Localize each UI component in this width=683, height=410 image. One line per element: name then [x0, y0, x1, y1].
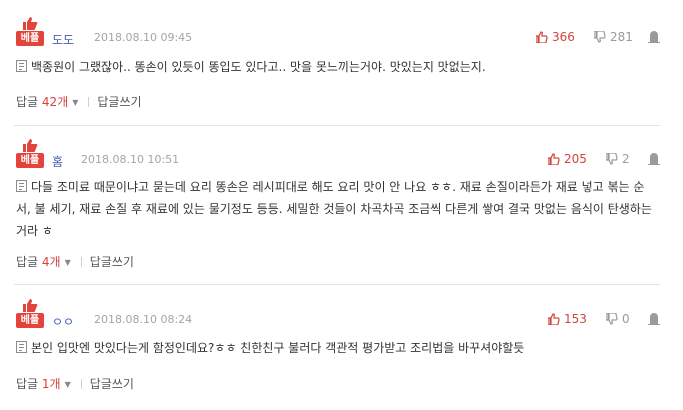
reply-label: 답글 [16, 95, 39, 109]
reply-label: 답글 [16, 377, 39, 391]
caret-down-icon: ▼ [64, 258, 71, 267]
downvote-button[interactable]: 281 [594, 30, 633, 44]
upvote-count: 366 [552, 30, 575, 44]
upvote-count: 153 [564, 312, 587, 326]
report-icon[interactable] [648, 153, 660, 165]
best-comment-badge: 베플 [16, 138, 44, 168]
downvote-count: 0 [622, 312, 630, 326]
upvote-button[interactable]: 366 [536, 30, 575, 44]
comment-item: 베플 ㅇㅇ 2018.08.10 08:24 153 0 본인 입맛엔 맛있다는… [0, 298, 683, 398]
caret-down-icon: ▼ [64, 380, 71, 389]
nickname[interactable]: 도도 [52, 31, 74, 48]
comment-text: 백종원이 그랬잖아.. 똥손이 있듯이 똥입도 있다고.. 맛을 못느끼는거야.… [31, 60, 486, 74]
downvote-button[interactable]: 2 [606, 152, 630, 166]
reply-toggle[interactable]: 답글 42개 ▼ [16, 95, 84, 109]
thumbs-down-icon [594, 31, 606, 43]
thumbs-up-icon [536, 31, 548, 43]
thumbs-up-icon [23, 139, 38, 152]
comment-date: 2018.08.10 09:45 [94, 31, 193, 44]
comment-item: 베플 도도 2018.08.10 09:45 366 281 백종원이 그랬잖아… [0, 16, 683, 116]
document-icon [16, 341, 27, 353]
comment-footer: 답글 4개 ▼ 답글쓰기 [16, 253, 134, 270]
caret-down-icon: ▼ [72, 98, 79, 107]
reply-label: 답글 [16, 255, 39, 269]
comment-text: 본인 입맛엔 맛있다는게 함정인데요?ㅎㅎ 친한친구 불러다 객관적 평가받고 … [31, 341, 525, 355]
downvote-button[interactable]: 0 [606, 312, 630, 326]
document-icon [16, 60, 27, 72]
nickname[interactable]: ㅇㅇ [52, 313, 74, 330]
document-icon [16, 180, 27, 192]
write-reply-link[interactable]: 답글쓰기 [97, 95, 141, 109]
downvote-count: 2 [622, 152, 630, 166]
nickname[interactable]: 홈 [52, 153, 63, 170]
report-icon[interactable] [648, 31, 660, 43]
thumbs-up-icon [548, 313, 560, 325]
best-label: 베플 [16, 153, 44, 168]
comment-date: 2018.08.10 10:51 [81, 153, 180, 166]
divider [14, 284, 660, 285]
upvote-button[interactable]: 153 [548, 312, 587, 326]
comment-text-block: 본인 입맛엔 맛있다는게 함정인데요?ㅎㅎ 친한친구 불러다 객관적 평가받고 … [16, 337, 654, 359]
comment-footer: 답글 1개 ▼ 답글쓰기 [16, 375, 134, 392]
reply-count: 42개 [41, 95, 69, 109]
reply-toggle[interactable]: 답글 1개 ▼ [16, 377, 77, 391]
write-reply-link[interactable]: 답글쓰기 [90, 255, 134, 269]
comment-text-block: 다들 조미료 때문이냐고 묻는데 요리 똥손은 레시피대로 해도 요리 맛이 안… [16, 176, 654, 242]
comment-footer: 답글 42개 ▼ 답글쓰기 [16, 93, 142, 110]
best-label: 베플 [16, 313, 44, 328]
divider [88, 97, 90, 107]
upvote-count: 205 [564, 152, 587, 166]
reply-toggle[interactable]: 답글 4개 ▼ [16, 255, 77, 269]
comment-text-block: 백종원이 그랬잖아.. 똥손이 있듯이 똥입도 있다고.. 맛을 못느끼는거야.… [16, 56, 654, 78]
report-icon[interactable] [648, 313, 660, 325]
divider [80, 257, 82, 267]
thumbs-down-icon [606, 313, 618, 325]
upvote-button[interactable]: 205 [548, 152, 587, 166]
thumbs-up-icon [23, 299, 38, 312]
best-label: 베플 [16, 31, 44, 46]
thumbs-down-icon [606, 153, 618, 165]
divider [14, 125, 660, 126]
divider [80, 379, 82, 389]
write-reply-link[interactable]: 답글쓰기 [90, 377, 134, 391]
reply-count: 1개 [41, 377, 61, 391]
thumbs-up-icon [548, 153, 560, 165]
comment-date: 2018.08.10 08:24 [94, 313, 193, 326]
downvote-count: 281 [610, 30, 633, 44]
comment-text: 다들 조미료 때문이냐고 묻는데 요리 똥손은 레시피대로 해도 요리 맛이 안… [16, 180, 652, 238]
comment-item: 베플 홈 2018.08.10 10:51 205 2 다들 조미료 때문이냐고… [0, 138, 683, 278]
thumbs-up-icon [23, 17, 38, 30]
best-comment-badge: 베플 [16, 298, 44, 328]
best-comment-badge: 베플 [16, 16, 44, 46]
reply-count: 4개 [41, 255, 61, 269]
